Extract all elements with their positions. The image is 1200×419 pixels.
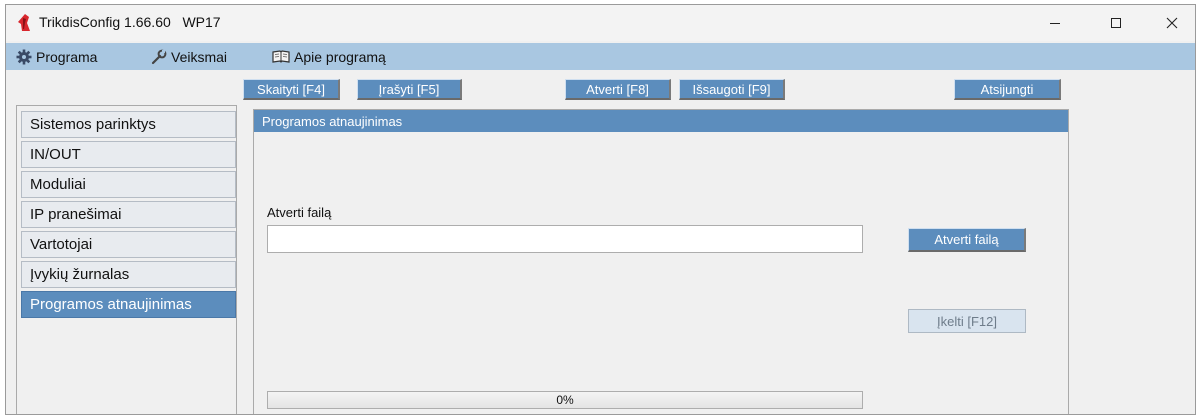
write-button[interactable]: Įrašyti [F5]: [357, 79, 462, 100]
sidebar-item-programos-atnaujinimas[interactable]: Programos atnaujinimas: [21, 291, 236, 318]
app-window: TrikdisConfig 1.66.60 WP17 Programa Veik…: [5, 4, 1196, 415]
menu-programa-label: Programa: [36, 48, 98, 65]
title-bar[interactable]: TrikdisConfig 1.66.60 WP17: [6, 5, 1195, 41]
menu-apie-programa-label: Apie programą: [294, 48, 386, 65]
minimize-button[interactable]: [1032, 5, 1078, 41]
sidebar-item-moduliai[interactable]: Moduliai: [21, 171, 236, 198]
menu-veiksmai-label: Veiksmai: [171, 48, 228, 65]
sidebar-item-in-out[interactable]: IN/OUT: [21, 141, 236, 168]
menu-apie-programa[interactable]: Apie programą: [272, 43, 386, 70]
open-file-button[interactable]: Atverti failą: [908, 228, 1026, 252]
window-title: TrikdisConfig 1.66.60 WP17: [39, 14, 221, 30]
minimize-icon: [1050, 23, 1060, 24]
panel-title: Programos atnaujinimas: [254, 110, 1068, 132]
close-icon: [1166, 17, 1178, 29]
wrench-icon: [151, 49, 167, 64]
book-icon: [272, 49, 290, 63]
disconnect-button[interactable]: Atsijungti: [954, 79, 1061, 100]
menu-bar: Programa Veiksmai Apie programą: [6, 43, 1195, 70]
sidebar-nav: Sistemos parinktys IN/OUT Moduliai IP pr…: [16, 105, 237, 414]
gear-icon: [16, 49, 32, 64]
file-path-input[interactable]: [267, 225, 863, 253]
close-button[interactable]: [1149, 5, 1195, 41]
sidebar-item-ip-pranesimai[interactable]: IP pranešimai: [21, 201, 236, 228]
file-label: Atverti failą: [267, 205, 332, 220]
progress-bar: 0%: [267, 391, 863, 409]
sidebar-item-sistemos-parinktys[interactable]: Sistemos parinktys: [21, 111, 236, 138]
menu-veiksmai[interactable]: Veiksmai: [151, 43, 227, 70]
sidebar-item-vartotojai[interactable]: Vartotojai: [21, 231, 236, 258]
maximize-button[interactable]: [1093, 5, 1139, 41]
menu-programa[interactable]: Programa: [16, 43, 97, 70]
progress-text: 0%: [556, 393, 574, 407]
upload-button[interactable]: Įkelti [F12]: [908, 309, 1026, 333]
firmware-update-panel: Programos atnaujinimas Atverti failą Atv…: [253, 109, 1069, 414]
save-button[interactable]: Išsaugoti [F9]: [679, 79, 785, 100]
trikdis-app-icon: [18, 14, 30, 31]
sidebar-item-ivykiu-zurnalas[interactable]: Įvykių žurnalas: [21, 261, 236, 288]
open-button[interactable]: Atverti [F8]: [565, 79, 671, 100]
maximize-icon: [1111, 18, 1121, 28]
read-button[interactable]: Skaityti [F4]: [243, 79, 340, 100]
